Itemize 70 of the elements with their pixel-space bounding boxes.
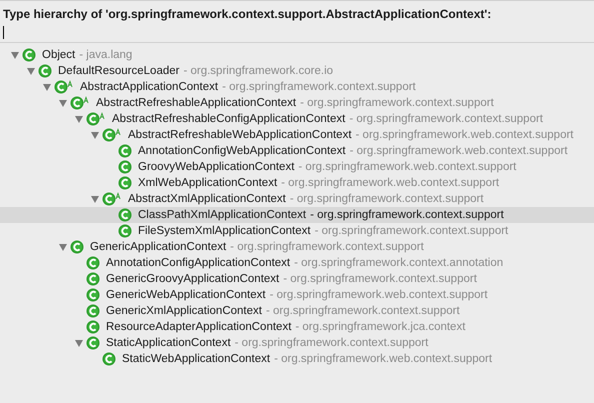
expand-arrow-icon[interactable] <box>10 50 20 60</box>
tree-row[interactable]: AbstractRefreshableApplicationContext - org.springframework.context.support <box>0 95 594 111</box>
tree-row[interactable]: FileSystemXmlApplicationContext - org.springframework.context.support <box>0 223 594 239</box>
class-name: AbstractRefreshableWebApplicationContext <box>128 129 352 141</box>
class-name: StaticWebApplicationContext <box>122 353 270 365</box>
tree-row[interactable]: Object - java.lang <box>0 47 594 63</box>
package-name: - org.springframework.context.support <box>314 225 508 237</box>
package-name: - org.springframework.context.support <box>283 273 477 285</box>
expand-arrow-icon[interactable] <box>90 194 100 204</box>
tree-row[interactable]: GenericWebApplicationContext - org.springframework.web.context.support <box>0 287 594 303</box>
expand-arrow-icon[interactable] <box>74 114 84 124</box>
expand-arrow-icon[interactable] <box>90 130 100 140</box>
class-name: GenericXmlApplicationContext <box>106 305 262 317</box>
package-name: - org.springframework.web.context.support <box>350 145 568 157</box>
tree-row[interactable]: ClassPathXmlApplicationContext - org.springframework.context.support <box>0 207 594 223</box>
package-name: - org.springframework.context.support <box>349 113 543 125</box>
expand-arrow-icon[interactable] <box>74 338 84 348</box>
class-name: ResourceAdapterApplicationContext <box>106 321 292 333</box>
class-name: AbstractRefreshableConfigApplicationContext <box>112 113 346 125</box>
tree-row[interactable]: ResourceAdapterApplicationContext - org.springframework.jca.context <box>0 319 594 335</box>
tree-row[interactable]: GenericXmlApplicationContext - org.springframework.context.support <box>0 303 594 319</box>
class-name: GenericWebApplicationContext <box>106 289 266 301</box>
class-name: XmlWebApplicationContext <box>138 177 278 189</box>
class-name: AbstractRefreshableApplicationContext <box>96 97 296 109</box>
package-name: - org.springframework.core.io <box>183 65 334 77</box>
class-name: GenericGroovyApplicationContext <box>106 273 280 285</box>
tree-row[interactable]: AbstractRefreshableConfigApplicationContext - org.springframework.context.support <box>0 111 594 127</box>
class-name: AbstractApplicationContext <box>80 81 218 93</box>
package-name: - org.springframework.context.annotation <box>294 257 504 269</box>
class-name: FileSystemXmlApplicationContext <box>138 225 311 237</box>
package-name: - org.springframework.web.context.support <box>356 129 574 141</box>
package-name: - org.springframework.web.context.support <box>298 161 516 173</box>
tree-row[interactable]: AbstractRefreshableWebApplicationContext - org.springframework.web.context.support <box>0 127 594 143</box>
package-name: - org.springframework.web.context.support <box>281 177 500 189</box>
class-name: AbstractXmlApplicationContext <box>128 193 286 205</box>
class-name: GenericApplicationContext <box>90 241 226 253</box>
class-name: GroovyWebApplicationContext <box>138 161 294 173</box>
popup-title: Type hierarchy of 'org.springframework.context.support.AbstractApplicationContext': <box>3 7 492 21</box>
package-name: - org.springframework.context.support <box>234 337 428 349</box>
package-name: - org.springframework.context.support <box>310 209 504 221</box>
package-name: - java.lang <box>79 49 132 61</box>
package-name: - org.springframework.jca.context <box>295 321 466 333</box>
class-name: ClassPathXmlApplicationContext <box>138 209 306 221</box>
tree-row[interactable]: AnnotationConfigWebApplicationContext - org.springframework.web.context.support <box>0 143 594 159</box>
tree-row[interactable]: AbstractXmlApplicationContext - org.springframework.context.support <box>0 191 594 207</box>
expand-arrow-icon[interactable] <box>26 66 36 76</box>
package-name: - org.springframework.context.support <box>266 305 460 317</box>
package-name: - org.springframework.web.context.support <box>274 353 492 365</box>
tree-row[interactable]: AbstractApplicationContext - org.springframework.context.support <box>0 79 594 95</box>
class-name: AnnotationConfigApplicationContext <box>106 257 290 269</box>
expand-arrow-icon[interactable] <box>58 98 68 108</box>
tree-row[interactable]: GenericApplicationContext - org.springframework.context.support <box>0 239 594 255</box>
tree-row[interactable]: XmlWebApplicationContext - org.springframework.web.context.support <box>0 175 594 191</box>
class-name: Object <box>42 49 76 61</box>
tree-row[interactable]: GroovyWebApplicationContext - org.springframework.web.context.support <box>0 159 594 175</box>
expand-arrow-icon[interactable] <box>58 242 68 252</box>
tree-row[interactable]: DefaultResourceLoader - org.springframework.core.io <box>0 63 594 79</box>
class-name: DefaultResourceLoader <box>58 65 180 77</box>
package-name: - org.springframework.context.support <box>230 241 424 253</box>
package-name: - org.springframework.web.context.support <box>270 289 488 301</box>
package-name: - org.springframework.context.support <box>300 97 494 109</box>
package-name: - org.springframework.context.support <box>222 81 416 93</box>
package-name: - org.springframework.context.support <box>290 193 484 205</box>
expand-arrow-icon[interactable] <box>42 82 52 92</box>
tree-row[interactable]: GenericGroovyApplicationContext - org.springframework.context.support <box>0 271 594 287</box>
tree-row[interactable]: StaticWebApplicationContext - org.springframework.web.context.support <box>0 351 594 367</box>
tree-row[interactable]: AnnotationConfigApplicationContext - org.springframework.context.annotation <box>0 255 594 271</box>
tree-row[interactable]: StaticApplicationContext - org.springframework.context.support <box>0 335 594 351</box>
class-name: StaticApplicationContext <box>106 337 231 349</box>
class-name: AnnotationConfigWebApplicationContext <box>138 145 346 157</box>
